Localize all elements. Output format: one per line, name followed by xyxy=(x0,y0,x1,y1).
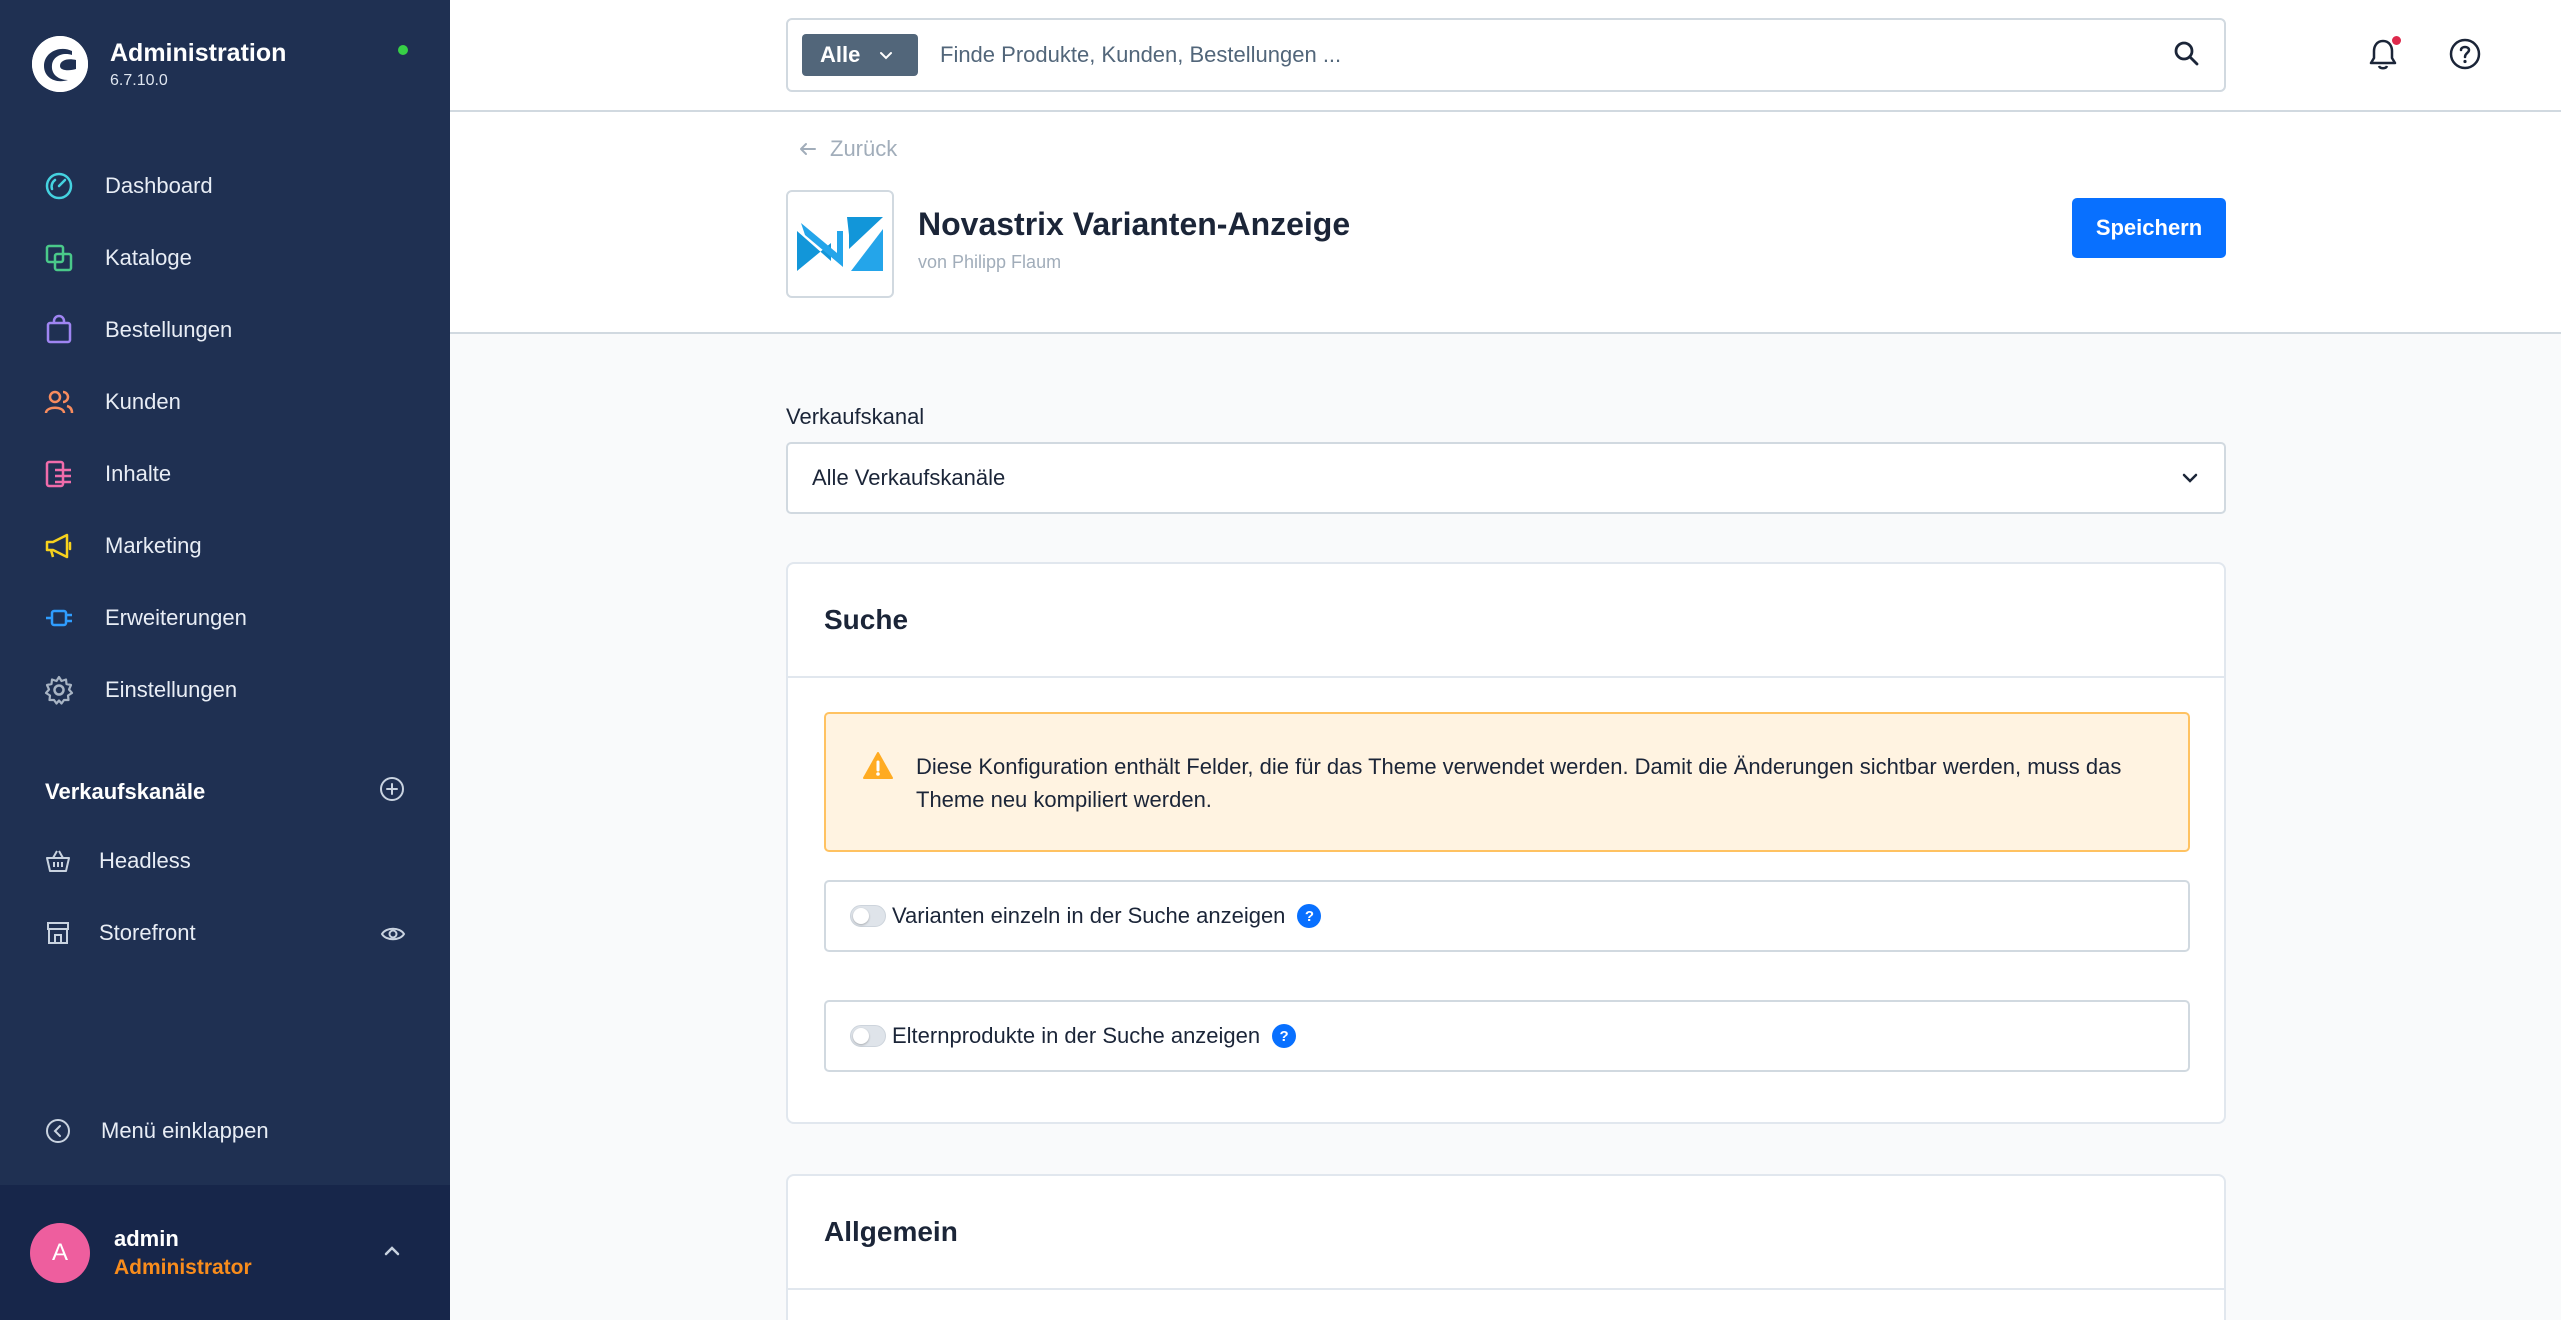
nav-label: Kunden xyxy=(105,389,181,414)
status-indicator xyxy=(398,45,408,55)
help-button[interactable] xyxy=(2447,36,2483,77)
config-field-parents-in-search: Elternprodukte in der Suche anzeigen ? xyxy=(824,1000,2190,1072)
app-version: 6.7.10.0 xyxy=(110,71,168,89)
avatar: A xyxy=(30,1222,90,1283)
sales-channel-headless[interactable]: Headless xyxy=(0,825,450,897)
help-icon xyxy=(2449,38,2481,70)
novastrix-logo-icon xyxy=(797,217,883,271)
nav-label: Bestellungen xyxy=(105,317,233,342)
sidebar: Administration 6.7.10.0 Dashboard Katalo… xyxy=(0,0,450,1320)
chevron-up-icon[interactable] xyxy=(380,1239,404,1268)
main-nav: Dashboard Kataloge Bestellungen Kunden I… xyxy=(0,150,450,726)
card-general: Allgemein xyxy=(786,1174,2226,1320)
user-name: admin xyxy=(114,1225,179,1251)
card-search: Suche Diese Konfiguration enthält Felder… xyxy=(786,562,2226,1124)
card-title: Suche xyxy=(788,564,2224,678)
nav-item-marketing[interactable]: Marketing xyxy=(0,510,450,582)
global-search: Alle xyxy=(786,18,2226,92)
nav-item-bestellungen[interactable]: Bestellungen xyxy=(0,294,450,366)
back-label: Zurück xyxy=(830,136,898,161)
plug-icon xyxy=(46,609,72,627)
nav-item-kataloge[interactable]: Kataloge xyxy=(0,222,450,294)
basket-icon xyxy=(46,850,70,872)
nav-item-dashboard[interactable]: Dashboard xyxy=(0,150,450,222)
nav-item-erweiterungen[interactable]: Erweiterungen xyxy=(0,582,450,654)
save-button[interactable]: Speichern xyxy=(2072,198,2226,258)
nav-label: Erweiterungen xyxy=(105,605,247,630)
sales-channels-title: Verkaufskanäle xyxy=(45,778,206,804)
parents-in-search-toggle[interactable] xyxy=(850,1025,886,1047)
nav-label: Dashboard xyxy=(105,173,213,198)
megaphone-icon xyxy=(45,533,72,559)
collapse-label: Menü einklappen xyxy=(101,1118,269,1143)
sales-channel-storefront[interactable]: Storefront xyxy=(0,897,450,969)
warning-alert-text: Diese Konfiguration enthält Felder, die … xyxy=(916,754,2122,812)
brand: Administration 6.7.10.0 xyxy=(32,36,286,92)
collapse-menu-button[interactable]: Menü einklappen xyxy=(45,1118,269,1144)
nav-label: Einstellungen xyxy=(105,677,238,702)
warning-icon xyxy=(863,752,893,779)
nav-item-inhalte[interactable]: Inhalte xyxy=(0,438,450,510)
eye-icon[interactable] xyxy=(380,921,406,952)
nav-item-kunden[interactable]: Kunden xyxy=(0,366,450,438)
content-icon xyxy=(45,460,71,488)
sales-channel-field-label: Verkaufskanal xyxy=(786,404,925,429)
search-input[interactable] xyxy=(940,42,2172,68)
user-menu[interactable]: A admin Administrator xyxy=(0,1185,450,1320)
variants-in-search-toggle[interactable] xyxy=(850,905,886,927)
customers-icon xyxy=(44,390,74,414)
plugin-title: Novastrix Varianten-Anzeige xyxy=(918,206,1351,242)
page-header: Zurück Novastrix Varianten-Anzeige von P… xyxy=(450,112,2561,334)
arrow-left-icon xyxy=(800,143,816,155)
help-tooltip-icon[interactable]: ? xyxy=(1272,1024,1297,1048)
sales-channel-list: Headless Storefront xyxy=(0,825,450,969)
search-type-label: Alle xyxy=(820,42,861,67)
shopware-logo-icon[interactable] xyxy=(32,36,88,92)
search-type-dropdown[interactable]: Alle xyxy=(802,34,918,76)
plugin-author: von Philipp Flaum xyxy=(918,252,1062,272)
nav-item-einstellungen[interactable]: Einstellungen xyxy=(0,654,450,726)
help-tooltip-icon[interactable]: ? xyxy=(1297,904,1322,928)
sales-channel-select-value: Alle Verkaufskanäle xyxy=(812,465,1006,490)
toggle-label: Varianten einzeln in der Suche anzeigen xyxy=(892,903,1286,928)
topbar: Alle xyxy=(450,0,2561,112)
card-title: Allgemein xyxy=(788,1176,2224,1290)
sales-channel-select[interactable]: Alle Verkaufskanäle xyxy=(786,442,2226,514)
collapse-icon xyxy=(46,1119,70,1143)
plugin-logo xyxy=(786,190,894,298)
sales-channel-label: Storefront xyxy=(99,920,196,945)
config-field-variants-in-search: Varianten einzeln in der Suche anzeigen … xyxy=(824,880,2190,952)
nav-label: Marketing xyxy=(105,533,202,558)
sales-channels-header: Verkaufskanäle xyxy=(45,776,405,807)
gear-icon xyxy=(44,675,74,705)
shopping-bag-icon xyxy=(46,314,72,344)
dashboard-icon xyxy=(45,172,73,200)
notification-dot xyxy=(2392,36,2401,45)
user-role: Administrator xyxy=(114,1255,252,1279)
back-link[interactable]: Zurück xyxy=(798,136,897,162)
notifications-button[interactable] xyxy=(2365,36,2401,77)
nav-label: Inhalte xyxy=(105,461,172,486)
chevron-down-icon xyxy=(880,52,893,60)
add-sales-channel-icon[interactable] xyxy=(379,776,405,807)
app-title: Administration xyxy=(110,38,287,67)
nav-label: Kataloge xyxy=(105,245,192,270)
warning-alert: Diese Konfiguration enthält Felder, die … xyxy=(824,712,2190,852)
sales-channel-label: Headless xyxy=(99,848,191,873)
toggle-label: Elternprodukte in der Suche anzeigen xyxy=(892,1023,1261,1048)
chevron-down-icon xyxy=(2182,473,2198,483)
storefront-icon xyxy=(47,922,69,944)
search-icon[interactable] xyxy=(2172,39,2200,72)
catalog-icon xyxy=(45,244,73,272)
